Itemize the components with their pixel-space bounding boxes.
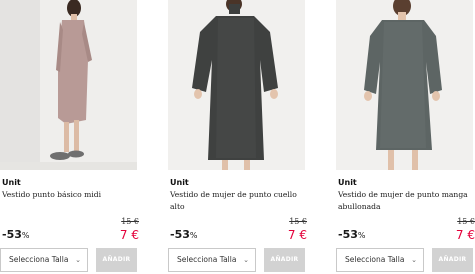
chevron-down-icon: ⌄: [75, 256, 81, 264]
old-price: 15 €: [289, 217, 307, 226]
size-select-label: Selecciona Talla: [9, 255, 69, 264]
product-brand: Unit: [2, 178, 21, 187]
discount-unit: %: [21, 231, 30, 240]
product-card[interactable]: Unit Vestido de mujer de punto manga abu…: [336, 0, 475, 274]
add-to-cart-button[interactable]: AÑADIR: [96, 248, 137, 272]
discount-value: -53: [170, 228, 190, 241]
add-to-cart-button[interactable]: AÑADIR: [432, 248, 473, 272]
discount-unit: %: [189, 231, 198, 240]
old-price: 15 €: [457, 217, 475, 226]
sale-price: 7 €: [287, 228, 307, 242]
sale-price: 7 €: [119, 228, 139, 242]
discount-badge: -53%: [338, 228, 365, 241]
product-name[interactable]: Vestido de mujer de punto cuello alto: [170, 189, 307, 213]
product-name[interactable]: Vestido punto básico midi: [2, 189, 139, 201]
old-price: 15 €: [121, 217, 139, 226]
product-card[interactable]: Unit Vestido punto básico midi 15 € -53%…: [0, 0, 141, 274]
size-select[interactable]: Selecciona Talla ⌄: [336, 248, 424, 272]
discount-value: -53: [338, 228, 358, 241]
chevron-down-icon: ⌄: [243, 256, 249, 264]
chevron-down-icon: ⌄: [411, 256, 417, 264]
product-image[interactable]: [336, 0, 473, 170]
product-image[interactable]: [168, 0, 305, 170]
size-select[interactable]: Selecciona Talla ⌄: [0, 248, 88, 272]
sale-price: 7 €: [455, 228, 475, 242]
size-select[interactable]: Selecciona Talla ⌄: [168, 248, 256, 272]
product-brand: Unit: [338, 178, 357, 187]
product-name[interactable]: Vestido de mujer de punto manga abullona…: [338, 189, 475, 213]
size-select-label: Selecciona Talla: [177, 255, 237, 264]
discount-value: -53: [2, 228, 22, 241]
product-image[interactable]: [0, 0, 137, 170]
product-card[interactable]: Unit Vestido de mujer de punto cuello al…: [168, 0, 309, 274]
product-brand: Unit: [170, 178, 189, 187]
discount-badge: -53%: [2, 228, 29, 241]
discount-badge: -53%: [170, 228, 197, 241]
size-select-label: Selecciona Talla: [345, 255, 405, 264]
add-to-cart-button[interactable]: AÑADIR: [264, 248, 305, 272]
discount-unit: %: [357, 231, 366, 240]
